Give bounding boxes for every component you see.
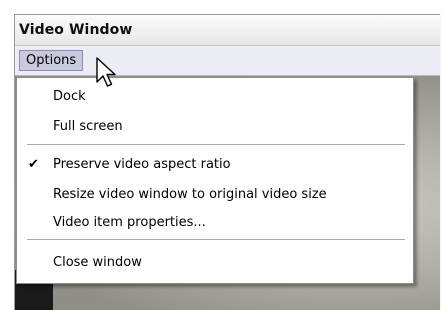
frame-left: [0, 0, 14, 310]
menu-separator: [27, 239, 405, 241]
checkmark-icon: ✔: [28, 157, 39, 172]
video-window: Video Window Options Dock Full screen ✔ …: [0, 0, 446, 310]
menu-separator: [27, 144, 405, 146]
menu-item-video-item-properties[interactable]: Video item properties...: [53, 211, 206, 235]
menu-item-dock[interactable]: Dock: [53, 85, 86, 109]
menu-item-preserve-aspect-ratio[interactable]: Preserve video aspect ratio: [53, 153, 231, 177]
options-dropdown-menu: Dock Full screen ✔ Preserve video aspect…: [16, 77, 414, 284]
frame-right: [441, 0, 446, 310]
menu-bar: Options: [15, 46, 440, 76]
arrow-pointer-icon: [96, 57, 116, 87]
frame-top: [0, 0, 446, 14]
menu-item-full-screen[interactable]: Full screen: [53, 115, 123, 139]
options-menu-button[interactable]: Options: [19, 50, 84, 71]
window-title: Video Window: [19, 22, 133, 38]
menu-item-close-window[interactable]: Close window: [53, 251, 142, 275]
menu-item-resize-to-original[interactable]: Resize video window to original video si…: [53, 183, 327, 207]
title-bar[interactable]: Video Window: [15, 15, 440, 46]
